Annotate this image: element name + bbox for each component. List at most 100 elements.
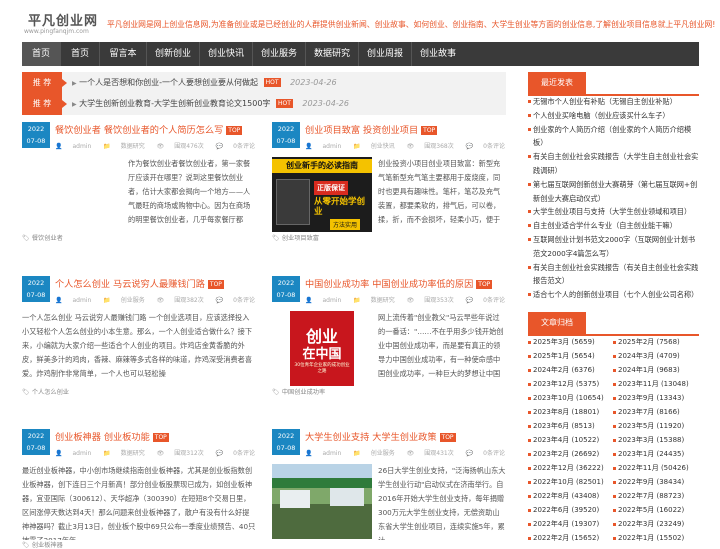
- post-author[interactable]: admin: [322, 297, 341, 304]
- archive-link[interactable]: 2022年9月 (38434): [613, 477, 684, 487]
- archive-link[interactable]: 2023年4月 (10522): [528, 435, 599, 445]
- archive-link[interactable]: 2023年10月 (10654): [528, 393, 604, 403]
- post-comments[interactable]: 0条评论: [483, 450, 505, 457]
- archive-link[interactable]: 2022年8月 (43408): [528, 491, 599, 501]
- archive-link[interactable]: 2022年1月 (15502): [613, 533, 684, 543]
- post-title[interactable]: 大学生创业支持 大学生创业政策 TOP: [305, 429, 459, 443]
- featured-text[interactable]: ▶ 一个人是否想和你创业-一个人要想创业要从何做起 HOT 2023-04-26: [72, 72, 337, 95]
- nav-home[interactable]: 首页: [22, 42, 60, 66]
- featured-item[interactable]: 推 荐 ▶ 大学生创新创业教育-大学生创新创业教育论文1500字 HOT 202…: [22, 93, 506, 115]
- archive-link[interactable]: 2022年12月 (36222): [528, 463, 604, 473]
- post-title-text[interactable]: 个人怎么创业 马云说穷人最赚钱门路: [55, 279, 205, 290]
- archive-link[interactable]: 2024年3月 (4709): [613, 351, 680, 361]
- post-tag-text[interactable]: 个人怎么创业: [32, 389, 69, 396]
- nav-research[interactable]: 数据研究: [306, 42, 358, 66]
- nav-guestbook[interactable]: 留言本: [100, 42, 146, 66]
- archive-link[interactable]: 2022年5月 (16022): [613, 505, 684, 515]
- archive-link[interactable]: 2023年3月 (15388): [613, 435, 684, 445]
- post-category[interactable]: 创业服务: [371, 450, 395, 457]
- post-author[interactable]: admin: [72, 297, 91, 304]
- post-category[interactable]: 创业快讯: [371, 143, 395, 150]
- archive-link[interactable]: 2023年2月 (26692): [528, 449, 599, 459]
- post-title-text[interactable]: 餐饮创业者 餐饮创业者的个人简历怎么写: [55, 125, 223, 136]
- post-author[interactable]: admin: [72, 450, 91, 457]
- post-author[interactable]: admin: [322, 450, 341, 457]
- post-author[interactable]: admin: [322, 143, 341, 150]
- nav-home-2[interactable]: 首页: [61, 42, 99, 66]
- archive-link[interactable]: 2023年6月 (8513): [528, 421, 595, 431]
- archive-link[interactable]: 2025年2月 (7568): [613, 337, 680, 347]
- post-title[interactable]: 中国创业成功率 中国创业成功率低的原因 TOP: [305, 276, 495, 290]
- nav-stories[interactable]: 创业故事: [412, 42, 464, 66]
- archive-link[interactable]: 2023年5月 (11920): [613, 421, 684, 431]
- post-comments[interactable]: 0条评论: [233, 297, 255, 304]
- latest-post-link[interactable]: 自主创业适合学什么专业（自主创业能干嘛）: [528, 219, 699, 233]
- featured-title[interactable]: 大学生创新创业教育-大学生创新创业教育论文1500字: [79, 99, 270, 108]
- post-tag-text[interactable]: 创业板神器: [32, 542, 63, 549]
- archive-link[interactable]: 2023年11月 (13048): [613, 379, 689, 389]
- nav-innovation[interactable]: 创新创业: [147, 42, 199, 66]
- photo-crowd: [272, 504, 372, 539]
- post-tag[interactable]: 🏷 中国创业成功率: [272, 387, 325, 396]
- latest-post-link[interactable]: 第七届互联网创新创业大赛萌芽（第七届互联网+创新创业大赛启动仪式）: [528, 178, 699, 206]
- featured-item[interactable]: 推 荐 ▶ 一个人是否想和你创业-一个人要想创业要从何做起 HOT 2023-0…: [22, 72, 506, 94]
- nav-weekly[interactable]: 创业周报: [359, 42, 411, 66]
- post-category[interactable]: 创业服务: [121, 297, 145, 304]
- post-tag[interactable]: 🏷 餐饮创业者: [22, 233, 63, 242]
- post-category[interactable]: 数据研究: [121, 143, 145, 150]
- post-title[interactable]: 创业板神器 创业板功能 TOP: [55, 429, 172, 443]
- post-title-text[interactable]: 中国创业成功率 中国创业成功率低的原因: [305, 279, 473, 290]
- latest-post-link[interactable]: 创业家的个人简历介绍（创业家的个人简历介绍模板）: [528, 123, 699, 151]
- post-tag[interactable]: 🏷 个人怎么创业: [22, 387, 69, 396]
- event-photo[interactable]: [272, 464, 372, 539]
- archive-link[interactable]: 2022年4月 (19307): [528, 519, 599, 529]
- post-tag-text[interactable]: 创业项目致富: [282, 235, 319, 242]
- archive-link[interactable]: 2024年2月 (6376): [528, 365, 595, 375]
- latest-post-link[interactable]: 无锡市个人创业有补贴（无锡自主创业补贴）: [528, 95, 699, 109]
- latest-post-link[interactable]: 有关自主创业社会实践报告（有关自主创业社会实践报告范文）: [528, 261, 699, 289]
- post-category[interactable]: 数据研究: [371, 297, 395, 304]
- archive-link[interactable]: 2025年1月 (5654): [528, 351, 595, 361]
- post-tag-text[interactable]: 中国创业成功率: [282, 389, 325, 396]
- archive-link[interactable]: 2023年12月 (5375): [528, 379, 599, 389]
- post-title-text[interactable]: 创业板神器 创业板功能: [55, 432, 150, 443]
- featured-title[interactable]: 一个人是否想和你创业-一个人要想创业要从何做起: [79, 78, 258, 87]
- featured-text[interactable]: ▶ 大学生创新创业教育-大学生创新创业教育论文1500字 HOT 2023-04…: [72, 93, 349, 116]
- archive-link[interactable]: 2023年9月 (13343): [613, 393, 684, 403]
- archive-link[interactable]: 2022年2月 (15652): [528, 533, 599, 543]
- archive-link[interactable]: 2022年10月 (82501): [528, 477, 604, 487]
- archive-link[interactable]: 2022年7月 (88723): [613, 491, 684, 501]
- post-title[interactable]: 个人怎么创业 马云说穷人最赚钱门路 TOP: [55, 276, 227, 290]
- archive-link[interactable]: 2022年6月 (39520): [528, 505, 599, 515]
- archive-link[interactable]: 2022年3月 (23249): [613, 519, 684, 529]
- archive-link[interactable]: 2022年11月 (50426): [613, 463, 689, 473]
- post-tag-text[interactable]: 餐饮创业者: [32, 235, 63, 242]
- archive-link[interactable]: 2025年3月 (5659): [528, 337, 595, 347]
- post-tag[interactable]: 🏷 创业项目致富: [272, 233, 319, 242]
- archive-link[interactable]: 2023年1月 (24435): [613, 449, 684, 459]
- post-comments[interactable]: 0条评论: [233, 143, 255, 150]
- latest-post-link[interactable]: 互联网创业计划书范文2000字（互联网创业计划书范文2000字4篇怎么写）: [528, 233, 699, 261]
- nav-news[interactable]: 创业快讯: [200, 42, 252, 66]
- post-title[interactable]: 餐饮创业者 餐饮创业者的个人简历怎么写 TOP: [55, 122, 245, 136]
- latest-post-link[interactable]: 大学生创业项目与支持（大学生创业领域和项目）: [528, 205, 699, 219]
- archive-link[interactable]: 2023年8月 (18801): [528, 407, 599, 417]
- post-author[interactable]: admin: [72, 143, 91, 150]
- archive-link[interactable]: 2023年7月 (8166): [613, 407, 680, 417]
- post-tag[interactable]: 🏷 创业板神器: [22, 540, 63, 549]
- post-title-text[interactable]: 大学生创业支持 大学生创业政策: [305, 432, 437, 443]
- post-title[interactable]: 创业项目致富 投资创业项目 TOP: [305, 122, 440, 136]
- post-comments[interactable]: 0条评论: [483, 297, 505, 304]
- latest-post-link[interactable]: 适合七个人的创新创业项目（七个人创业公司名称）: [528, 288, 699, 302]
- post-category[interactable]: 数据研究: [121, 450, 145, 457]
- latest-post-link[interactable]: 个人创业买啥电脑（创业应该买什么车子）: [528, 109, 699, 123]
- book-cover-image[interactable]: 创业 在中国 30位青年企业家的成功创业之路: [272, 311, 372, 386]
- post-comments[interactable]: 0条评论: [233, 450, 255, 457]
- book-cover-image[interactable]: 创业新手的必读指南 正版保证 从零开始学创业 方法实用: [272, 157, 372, 232]
- site-logo[interactable]: 平凡创业网 www.pingfanqjm.com: [22, 8, 100, 38]
- post-title-text[interactable]: 创业项目致富 投资创业项目: [305, 125, 418, 136]
- latest-post-link[interactable]: 有关自主创业社会实践报告（大学生自主创业社会实践调研）: [528, 150, 699, 178]
- post-comments[interactable]: 0条评论: [483, 143, 505, 150]
- nav-services[interactable]: 创业服务: [253, 42, 305, 66]
- archive-link[interactable]: 2024年1月 (9683): [613, 365, 680, 375]
